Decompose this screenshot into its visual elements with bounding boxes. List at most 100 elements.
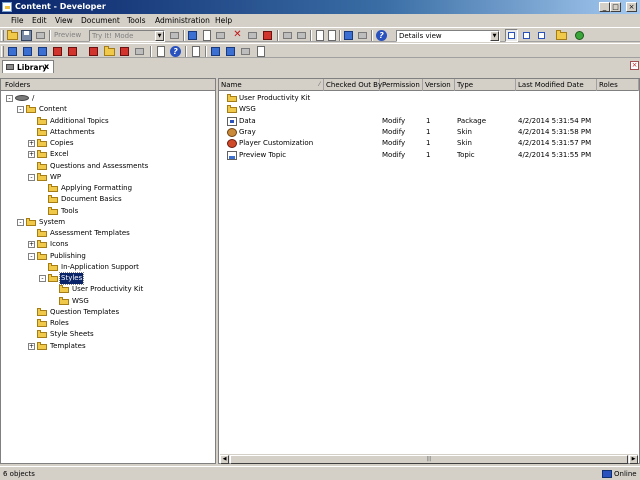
tab-library[interactable]: Library x — [2, 60, 54, 73]
tree-folder[interactable]: Style Sheets — [28, 329, 208, 340]
tree-folder[interactable]: + Icons — [28, 239, 208, 250]
undo-icon[interactable] — [282, 30, 293, 41]
expand-icon[interactable] — [314, 30, 325, 41]
new-module-icon[interactable] — [7, 46, 18, 57]
tree-folder[interactable]: + Copies — [28, 138, 208, 149]
horizontal-scrollbar[interactable]: ◀ ||| ▶ — [220, 454, 638, 464]
new-topic-icon[interactable] — [37, 46, 48, 57]
list-view-button[interactable] — [520, 29, 533, 42]
tree-folder[interactable]: - Publishing — [28, 251, 208, 262]
column-header-name[interactable]: Name ⁄ — [219, 79, 324, 91]
insert-icon[interactable] — [155, 46, 166, 57]
tree-folder[interactable]: Roles — [28, 318, 208, 329]
new-section-icon[interactable] — [22, 46, 33, 57]
cut-icon[interactable] — [187, 30, 198, 41]
collapse-icon[interactable]: - — [28, 252, 35, 260]
browse-icon[interactable] — [556, 30, 567, 41]
tab-close-button[interactable]: x — [44, 62, 49, 71]
list-item[interactable]: Data Modify 1 Package 4/2/2014 5:31:54 PM — [219, 116, 639, 127]
tree-folder[interactable]: Tools — [39, 206, 219, 217]
tree-folder[interactable]: Applying Formatting — [39, 183, 219, 194]
paste-icon[interactable] — [215, 30, 226, 41]
list-item[interactable]: Gray Modify 1 Skin 4/2/2014 5:31:58 PM — [219, 127, 639, 138]
tree-folder[interactable]: WSG — [50, 296, 230, 307]
find-usage-icon[interactable] — [262, 30, 273, 41]
collapse-icon[interactable]: - — [17, 218, 24, 226]
details-view-button[interactable] — [505, 29, 518, 42]
tree-folder[interactable]: Questions and Assessments — [28, 161, 208, 172]
collapse-icon[interactable]: - — [28, 173, 35, 181]
preview-button[interactable]: Preview — [54, 30, 81, 41]
tree-folder[interactable]: Attachments — [28, 127, 208, 138]
view-select[interactable]: Details view ▼ — [396, 30, 500, 42]
check-out-icon[interactable] — [225, 46, 236, 57]
split-view-button[interactable] — [535, 29, 548, 42]
redo-icon[interactable] — [296, 30, 307, 41]
copy-icon[interactable] — [201, 30, 212, 41]
expand-icon[interactable]: + — [28, 151, 35, 159]
tree-root[interactable]: - / — [6, 93, 186, 104]
collapse-icon[interactable]: - — [17, 106, 24, 114]
new-question-icon[interactable] — [52, 46, 63, 57]
toolbar-grip[interactable] — [1, 30, 4, 41]
list-item[interactable]: Preview Topic Modify 1 Topic 4/2/2014 5:31:5… — [219, 150, 639, 161]
new-glossary-icon[interactable] — [119, 46, 130, 57]
column-header-version[interactable]: Version — [423, 79, 455, 91]
new-web-page-icon[interactable] — [88, 46, 99, 57]
list-item[interactable]: Player Customization Modify 1 Skin 4/2/2014 … — [219, 138, 639, 149]
menu-file[interactable]: File — [11, 16, 24, 25]
new-folder-icon[interactable] — [7, 30, 18, 41]
column-header-roles[interactable]: Roles — [597, 79, 639, 91]
tree-folder[interactable]: - Content — [17, 104, 197, 115]
menu-edit[interactable]: Edit — [32, 16, 47, 25]
menu-administration[interactable]: Administration — [155, 16, 210, 25]
menu-document[interactable]: Document — [81, 16, 120, 25]
minimize-button[interactable]: _ — [599, 2, 610, 12]
column-header-modified[interactable]: Last Modified Date — [516, 79, 597, 91]
toolbar-grip[interactable] — [1, 46, 4, 57]
tree-folder[interactable]: In-Application Support — [39, 262, 219, 273]
list-item[interactable]: WSG — [219, 104, 639, 115]
find-icon[interactable] — [343, 30, 354, 41]
tree-folder[interactable]: + Excel — [28, 149, 208, 160]
collapse-icon[interactable]: - — [39, 275, 46, 282]
tree-folder[interactable]: User Productivity Kit — [50, 284, 230, 295]
help-icon[interactable]: ? — [376, 30, 387, 41]
column-header-checked-out[interactable]: Checked Out By — [324, 79, 382, 91]
publish-icon[interactable] — [190, 46, 201, 57]
scrollbar-thumb[interactable]: ||| — [230, 455, 628, 464]
save-icon[interactable] — [21, 30, 32, 41]
cancel-checkout-icon[interactable] — [240, 46, 251, 57]
column-header-permission[interactable]: Permission — [380, 79, 423, 91]
close-document-button[interactable]: × — [630, 61, 639, 70]
tree-folder[interactable]: Question Templates — [28, 307, 208, 318]
expand-icon[interactable]: + — [28, 140, 35, 147]
tree-folder[interactable]: Assessment Templates — [28, 228, 208, 239]
expand-icon[interactable]: + — [28, 342, 35, 350]
filter-icon[interactable] — [357, 30, 368, 41]
mode-select[interactable]: Try It! Mode ▼ — [89, 30, 165, 42]
scroll-left-icon[interactable]: ◀ — [220, 455, 229, 464]
new-assessment-icon[interactable] — [67, 46, 78, 57]
record-icon[interactable] — [169, 30, 180, 41]
tree-folder[interactable]: Document Basics — [39, 194, 219, 205]
menu-help[interactable]: Help — [215, 16, 232, 25]
delete-icon[interactable]: ✕ — [232, 30, 243, 41]
tree-folder[interactable]: Additional Topics — [28, 116, 208, 127]
collapse-icon[interactable] — [326, 30, 337, 41]
list-item[interactable]: User Productivity Kit — [219, 93, 639, 104]
history-icon[interactable] — [255, 46, 266, 57]
tree-folder[interactable]: - Styles — [39, 272, 219, 285]
tree-folder[interactable]: - System — [17, 217, 197, 228]
new-package-icon[interactable] — [104, 46, 115, 57]
menu-tools[interactable]: Tools — [127, 16, 145, 25]
close-button[interactable]: × — [626, 2, 637, 12]
column-header-type[interactable]: Type — [455, 79, 516, 91]
tree-folder[interactable]: - WP — [28, 172, 208, 183]
new-role-icon[interactable] — [134, 46, 145, 57]
check-in-icon[interactable] — [210, 46, 221, 57]
menu-view[interactable]: View — [55, 16, 73, 25]
tree-folder[interactable]: + Templates — [28, 341, 208, 352]
expand-icon[interactable]: + — [28, 241, 35, 249]
question-icon[interactable]: ? — [170, 46, 181, 57]
